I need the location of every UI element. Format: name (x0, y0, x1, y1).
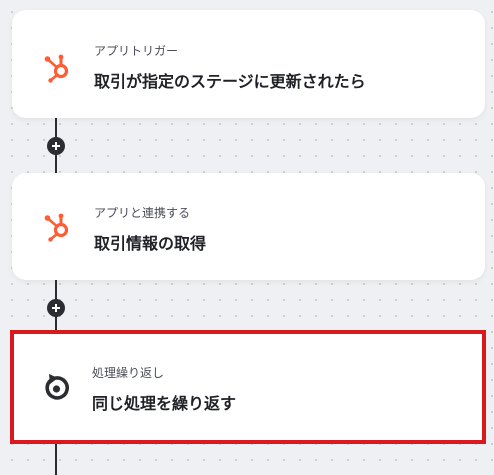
step-app-label: 処理繰り返し (92, 366, 165, 380)
step-title: 取引が指定のステージに更新されたら (94, 72, 366, 91)
add-step-button[interactable] (47, 137, 65, 155)
step-title: 同じ処理を繰り返す (92, 394, 237, 413)
step-title: 取引情報の取得 (94, 234, 207, 253)
plus-icon (52, 304, 60, 312)
hubspot-icon (40, 209, 76, 245)
connector-line (55, 440, 57, 475)
hubspot-icon (40, 50, 76, 86)
step-app-label: アプリと連携する (94, 206, 191, 220)
flow-step-card[interactable]: アプリと連携する 取引情報の取得 (12, 173, 485, 280)
step-app-label: アプリトリガー (94, 44, 179, 58)
plus-icon (52, 142, 60, 150)
flow-step-card[interactable]: アプリトリガー 取引が指定のステージに更新されたら (12, 10, 485, 118)
loop-icon (38, 369, 74, 405)
add-step-button[interactable] (47, 299, 65, 317)
flow-step-card-selected[interactable]: 処理繰り返し 同じ処理を繰り返す (10, 330, 486, 444)
